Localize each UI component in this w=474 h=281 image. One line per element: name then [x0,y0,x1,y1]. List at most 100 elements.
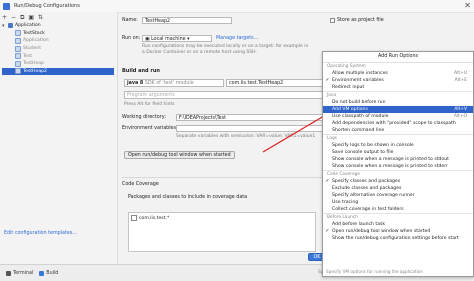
build-label: Build [46,270,59,276]
run-option-item[interactable]: Shorten command line [323,127,473,134]
copy-icon[interactable]: ⧉ [20,14,24,22]
packages-label: Packages and classes to include in cover… [128,195,248,200]
run-option-label: Use tracing [332,200,359,205]
run-config-icon [15,60,21,67]
run-on-hint: Run configurations may be executed local… [142,44,309,55]
list-item[interactable]: com.lis.test.* [131,215,169,221]
run-option-label: Add VM options [332,107,368,112]
save-icon[interactable]: ▣ [28,14,34,22]
run-option-item[interactable]: Use classpath of module Alt+O [323,113,473,120]
run-config-icon [15,53,21,60]
tree-item-label: TestStack [23,30,45,36]
run-option-label: Use classpath of module [332,114,389,119]
run-option-label: Shorten command line [332,128,385,133]
option-group-header: Code Coverage [323,170,473,178]
run-option-label: Specify alternative coverage runner [332,193,415,198]
run-option-item[interactable]: Use tracing [323,199,473,206]
tree-item[interactable]: Application [2,37,114,45]
configuration-tree: ▾ Application TestStack Application Student T… [2,22,114,76]
option-group-header: Before Launch [323,213,473,221]
tree-item[interactable]: Student [2,45,114,53]
edit-templates-link[interactable]: Edit configuration templates... [4,231,77,236]
run-option-label: Save console output to file [332,150,394,155]
working-directory-field[interactable]: F:\IDEAProjects\Test [176,114,346,121]
option-group-header: Logs [323,134,473,142]
tree-item[interactable]: ▾ Application [2,22,114,30]
terminal-tab[interactable]: Terminal [6,270,34,276]
run-option-item[interactable]: ✓ Open run/debug tool window when started [323,228,473,235]
check-icon: ✓ [325,228,330,234]
remove-icon[interactable]: − [11,14,16,22]
run-option-item[interactable]: ✓ Specify classes and packages [323,178,473,185]
popup-footer-hint: Specify VM options for running the appli… [326,269,424,274]
jre-description: SDK of 'test' module [144,81,194,86]
build-and-run-heading: Build and run [122,68,160,74]
tree-item-label: Test [23,53,33,59]
check-icon: ✓ [325,178,330,184]
manage-targets-link[interactable]: Manage targets... [216,36,258,41]
window-title: Run/Debug Configurations [14,3,80,9]
run-option-item[interactable]: Show console when a message is printed t… [323,163,473,170]
tree-item-label: Application [15,23,41,29]
tree-item[interactable]: TestStack [2,30,114,38]
package-checkbox[interactable] [131,215,137,221]
shortcut-hint: Alt+O [453,114,467,119]
open-tool-window-chip[interactable]: Open run/debug tool window when started [124,151,235,159]
check-icon: ✓ [325,77,330,83]
environment-variables-field[interactable] [176,125,346,132]
run-option-label: Exclude classes and packages [332,186,402,191]
run-option-item[interactable]: Add before launch task [323,221,473,228]
run-on-select[interactable]: ▣ Local machine ▾ [142,35,212,42]
store-as-project-file-label: Store as project file [337,18,384,23]
tree-item[interactable]: Test [2,52,114,60]
terminal-label: Terminal [13,270,34,276]
tree-toolbar: + − ⧉ ▣ ⇅ [2,14,43,22]
run-option-item[interactable]: Collect coverage in test folders [323,206,473,213]
run-option-label: Show console when a message is printed t… [332,164,448,169]
run-option-item[interactable]: Do not build before run [323,99,473,106]
chevron-down-icon: ▾ [185,37,190,42]
run-option-label: Redirect input [332,85,365,90]
tree-item-label: Student [23,46,42,52]
shortcut-hint: Alt+E [454,78,467,83]
environment-variables-hint: Separate variables with semicolon: VAR=v… [176,134,316,139]
run-option-item[interactable]: Allow multiple instances Alt+U [323,70,473,77]
app-logo-icon [3,2,10,10]
run-option-label: Show console when a message is printed t… [332,157,449,162]
run-option-item[interactable]: Save console output to file [323,149,473,156]
store-as-project-file-checkbox[interactable] [330,18,335,23]
run-option-item[interactable]: Specify logs to be shown in console [323,142,473,149]
field-hints-text: Press Alt for field hints [124,102,175,107]
add-run-options-popup: Add Run Options Operating System Allow mu… [322,51,474,277]
run-option-item[interactable]: Show console when a message is printed t… [323,156,473,163]
run-option-item[interactable]: Add VM options Alt+V [323,106,473,113]
divider [122,177,322,178]
run-option-label: Specify logs to be shown in console [332,143,414,148]
coverage-packages-list[interactable]: com.lis.test.* [128,212,316,252]
run-option-item[interactable]: Show the run/debug configuration setting… [323,235,473,242]
build-tab[interactable]: Build [39,270,59,276]
sort-icon[interactable]: ⇅ [38,14,43,22]
close-icon[interactable]: ✕ [464,1,471,10]
tree-item[interactable]: TestHeap2 [2,67,114,76]
run-config-icon [15,68,21,75]
run-config-icon [15,45,21,52]
code-coverage-heading: Code Coverage [122,182,159,187]
run-on-value: Local machine [151,37,186,42]
run-option-item[interactable]: Exclude classes and packages [323,185,473,192]
add-icon[interactable]: + [2,14,7,22]
program-arguments-field[interactable]: Program arguments [124,91,346,99]
name-field[interactable]: TestHeap2 [142,17,232,24]
run-options-list: Operating System Allow multiple instances… [323,63,473,242]
option-group-header: Operating System [327,64,366,69]
run-option-item[interactable]: Redirect input [323,84,473,91]
run-option-item[interactable]: ✓ Environment variables Alt+E [323,77,473,84]
run-option-item[interactable]: Specify alternative coverage runner [323,192,473,199]
shortcut-hint: Alt+V [454,107,467,112]
tree-item-label: Application [23,38,49,44]
configuration-tree-panel: + − ⧉ ▣ ⇅ ▾ Application TestStack Applicati… [0,12,118,264]
tree-item-label: TestHeap [23,61,45,67]
jre-select[interactable]: java 8 SDK of 'test' module [124,79,224,87]
run-option-item[interactable]: Add dependencies with "provided" scope t… [323,120,473,127]
tree-item[interactable]: TestHeap [2,60,114,68]
